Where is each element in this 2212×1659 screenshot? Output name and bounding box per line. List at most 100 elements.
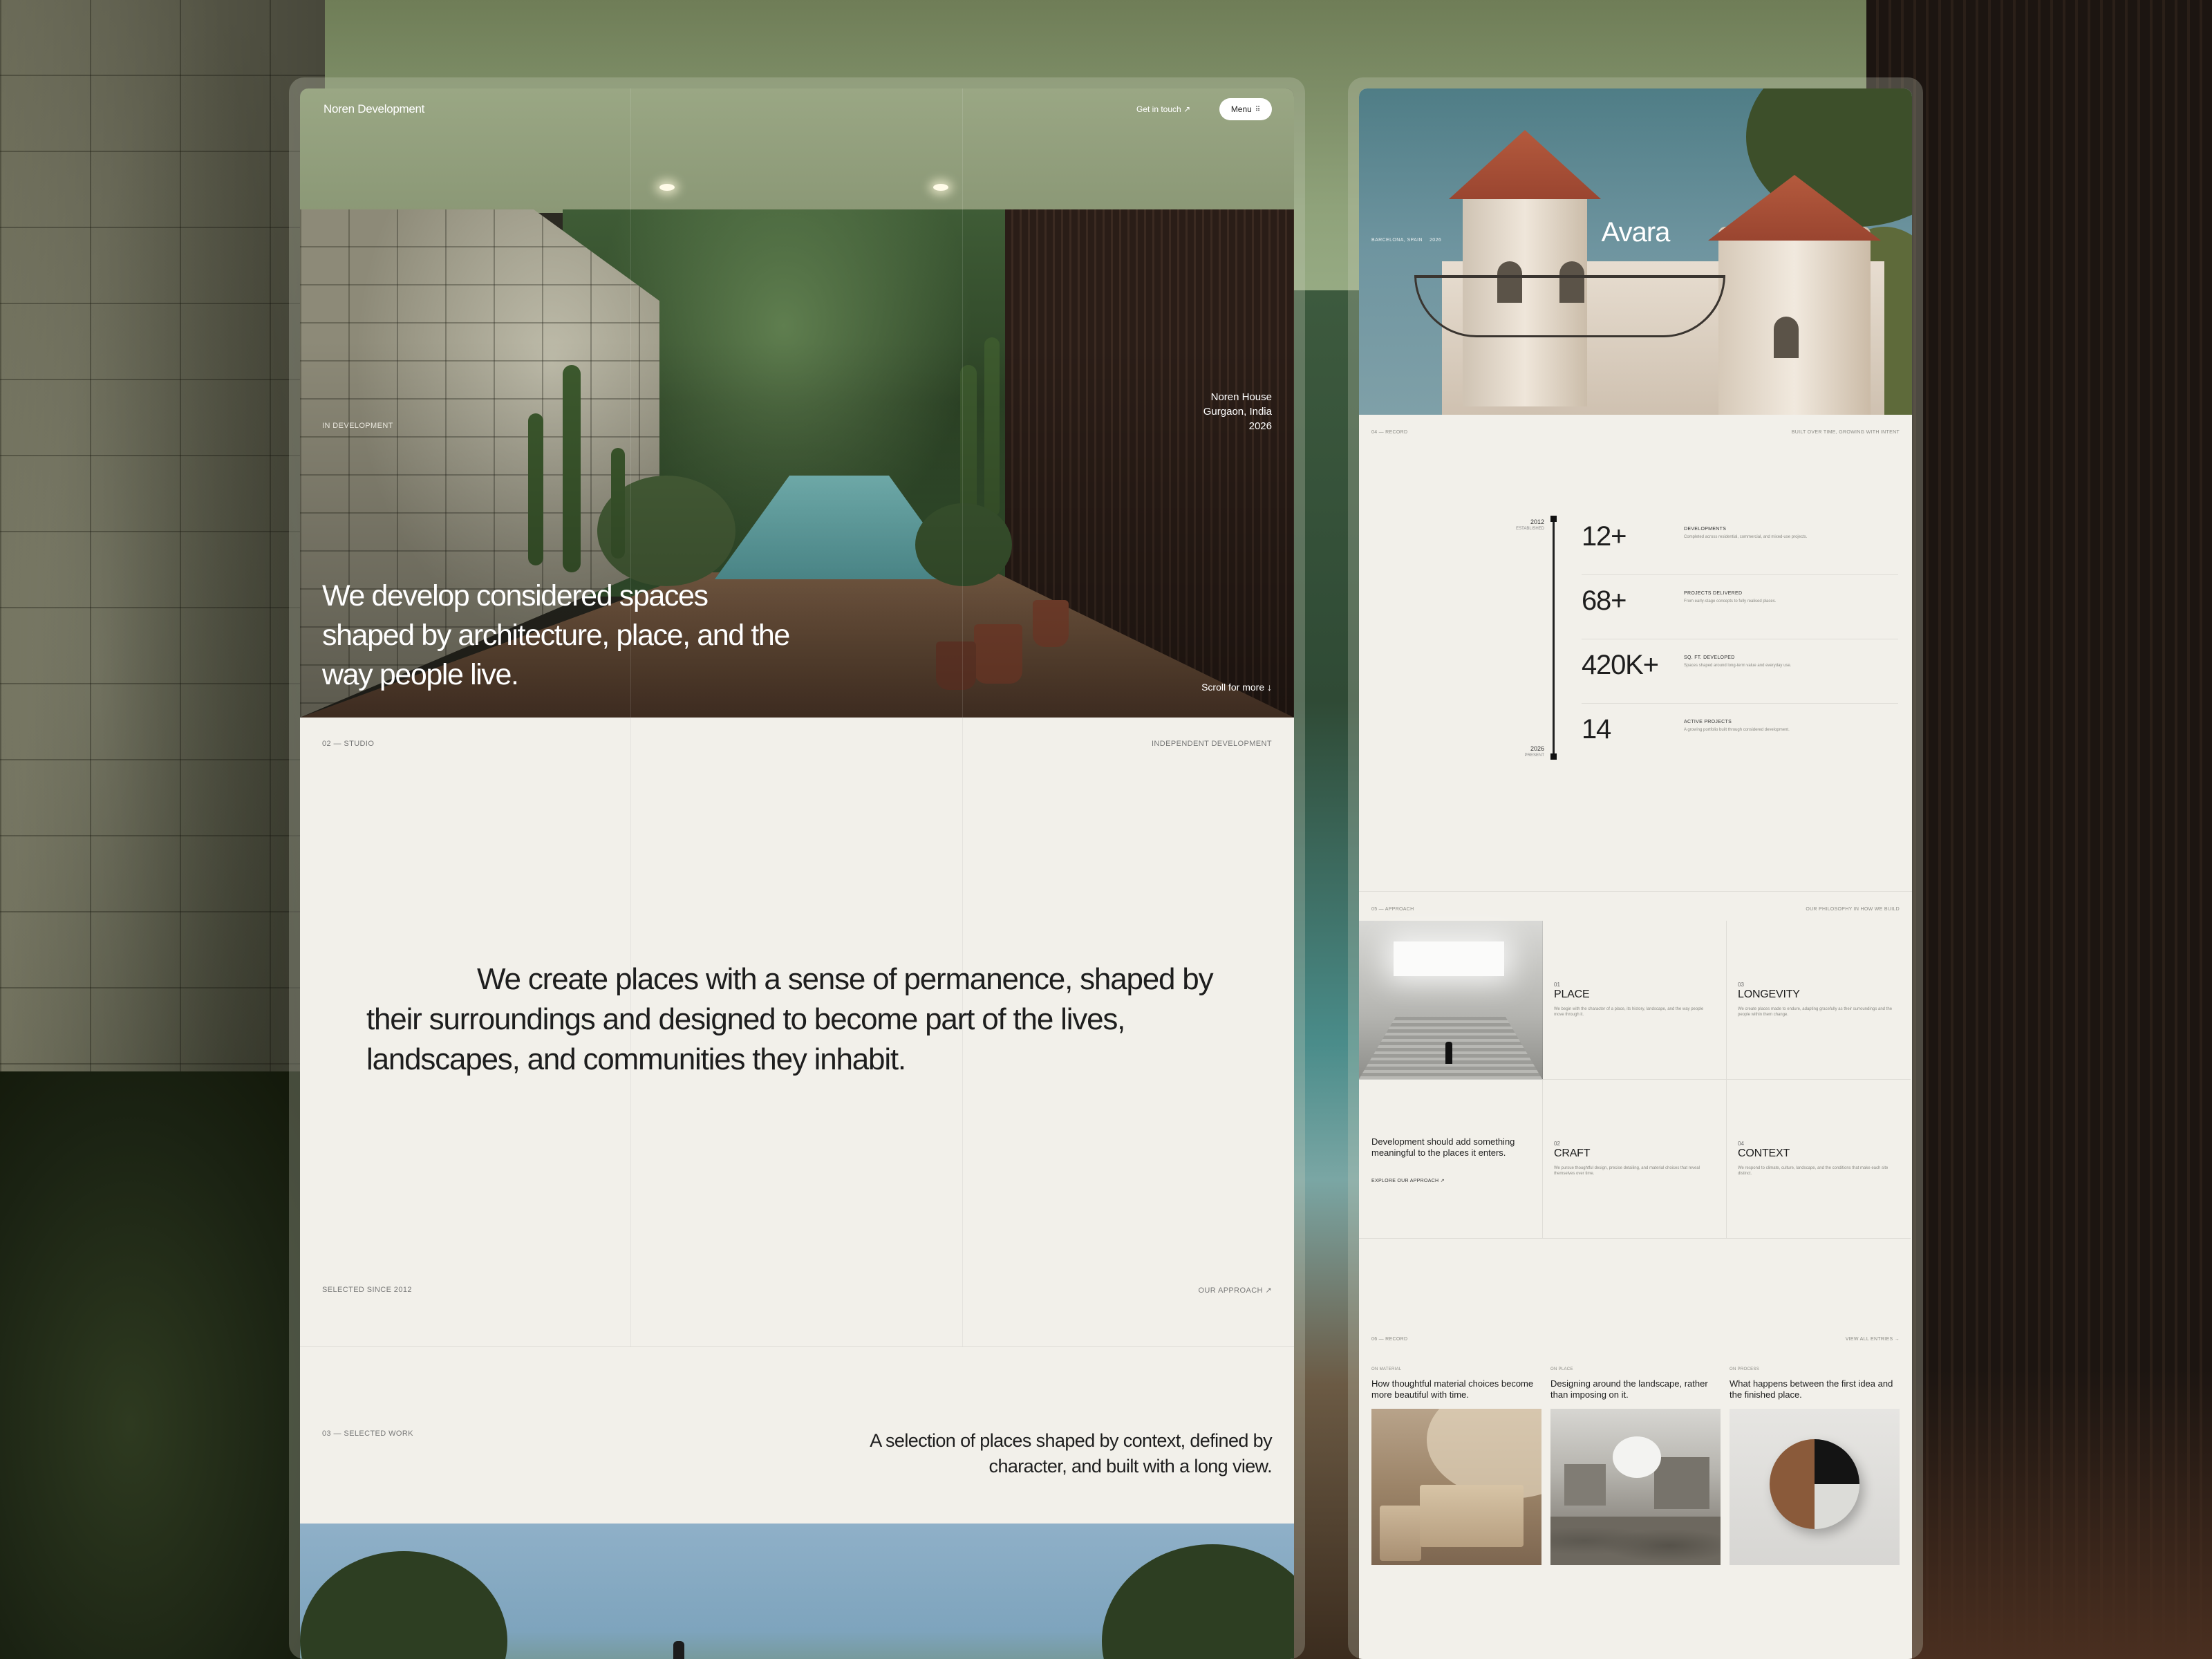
- cloud-sculpture: [1613, 1436, 1661, 1478]
- principle-title: CONTEXT: [1738, 1147, 1790, 1159]
- journal-section: 06 — RECORD VIEW ALL ENTRIES → ON MATERI…: [1359, 1320, 1912, 1659]
- studio-right-label: INDEPENDENT DEVELOPMENT: [1151, 740, 1272, 748]
- journal-title: What happens between the first idea and …: [1730, 1378, 1893, 1400]
- work-intro: A selection of places shaped by context,…: [870, 1430, 1272, 1477]
- selected-work-section: 03 — SELECTED WORK A selection of places…: [300, 1347, 1294, 1524]
- timeline-end-label: PRESENT: [1524, 753, 1544, 758]
- journal-entry[interactable]: ON PLACE Designing around the landscape,…: [1550, 1367, 1721, 1565]
- stat-value: 68+: [1582, 585, 1627, 616]
- journal-title: Designing around the landscape, rather t…: [1550, 1378, 1708, 1400]
- journal-entry[interactable]: ON PROCESS What happens between the firs…: [1730, 1367, 1900, 1565]
- principle-number: 02: [1554, 1141, 1560, 1147]
- approach-quote-card: Development should add something meaning…: [1359, 1080, 1543, 1239]
- project-year: 2026: [1248, 420, 1272, 432]
- project-location: Gurgaon, India: [1203, 406, 1272, 418]
- stat-label: PROJECTS DELIVERED: [1684, 591, 1743, 596]
- building: [1654, 1457, 1709, 1509]
- approach-image: [1359, 921, 1543, 1080]
- spire: [673, 1641, 684, 1659]
- left-page-frame: Noren Development Get in touch ↗ Menu ⠿ …: [289, 77, 1305, 1659]
- principle-number: 03: [1738, 982, 1744, 988]
- stat-row: 420K+ SQ. FT. DEVELOPED Spaces shaped ar…: [1582, 640, 1898, 704]
- left-page: Noren Development Get in touch ↗ Menu ⠿ …: [300, 88, 1294, 1659]
- material-disc: [1770, 1439, 1859, 1529]
- selected-since-label: SELECTED SINCE 2012: [322, 1286, 412, 1294]
- menu-button[interactable]: Menu ⠿: [1219, 98, 1272, 120]
- explore-approach-link[interactable]: EXPLORE OUR APPROACH ↗: [1371, 1178, 1445, 1183]
- timeline-start-marker: [1550, 516, 1557, 522]
- explore-approach-label: EXPLORE OUR APPROACH: [1371, 1179, 1439, 1183]
- villa-balcony: [1414, 275, 1725, 337]
- project-name: Noren House: [1210, 391, 1272, 403]
- timeline-start-label: ESTABLISHED: [1516, 527, 1544, 531]
- hero-status-tag: IN DEVELOPMENT: [322, 422, 393, 430]
- stat-row: 68+ PROJECTS DELIVERED From early-stage …: [1582, 576, 1898, 639]
- journal-category: ON PLACE: [1550, 1367, 1573, 1371]
- stat-label: DEVELOPMENTS: [1684, 527, 1727, 532]
- principle-card: 03 LONGEVITY We create places made to en…: [1727, 921, 1911, 1080]
- principle-description: We begin with the character of a place, …: [1554, 1007, 1704, 1017]
- stat-row: 14 ACTIVE PROJECTS A growing portfolio b…: [1582, 704, 1898, 768]
- stat-label: ACTIVE PROJECTS: [1684, 720, 1732, 724]
- journal-entry[interactable]: ON MATERIAL How thoughtful material choi…: [1371, 1367, 1541, 1565]
- principle-number: 01: [1554, 982, 1560, 988]
- studio-section-label: 02 — STUDIO: [322, 740, 375, 748]
- stat-description: A growing portfolio built through consid…: [1684, 728, 1790, 732]
- principle-card: 02 CRAFT We pursue thoughtful design, pr…: [1543, 1080, 1727, 1239]
- tree: [300, 1551, 507, 1659]
- project-photo[interactable]: [300, 1524, 1294, 1659]
- get-in-touch-link[interactable]: Get in touch ↗: [1136, 104, 1190, 114]
- principle-title: LONGEVITY: [1738, 988, 1800, 1000]
- avara-project-hero[interactable]: BARCELONA, SPAIN 2026 Avara: [1359, 88, 1912, 415]
- building: [1564, 1464, 1606, 1506]
- approach-section: 05 — APPROACH OUR PHILOSOPHY IN HOW WE B…: [1359, 892, 1912, 1320]
- scroll-label: Scroll for more: [1201, 682, 1265, 693]
- timeline-end-year: 2026: [1530, 745, 1544, 752]
- timeline-end-marker: [1550, 753, 1557, 760]
- work-section-label: 03 — SELECTED WORK: [322, 1430, 413, 1438]
- villa-window: [1774, 317, 1799, 358]
- journal-image: [1730, 1409, 1900, 1565]
- hero-heading: We develop considered spaces shaped by a…: [322, 579, 790, 691]
- arrow-up-right-icon: ↗: [1440, 1179, 1445, 1183]
- record-section-label: 04 — RECORD: [1371, 430, 1408, 435]
- background-foliage: [0, 1071, 325, 1659]
- scroll-for-more-link[interactable]: Scroll for more ↓: [1201, 682, 1272, 693]
- journal-image: [1550, 1409, 1721, 1565]
- menu-label: Menu: [1230, 104, 1252, 114]
- view-all-label: VIEW ALL ENTRIES: [1845, 1337, 1893, 1342]
- person-figure: [1445, 1042, 1452, 1064]
- villa-roof: [1449, 130, 1601, 199]
- our-approach-label: OUR APPROACH: [1198, 1286, 1263, 1295]
- journal-image: [1371, 1409, 1541, 1565]
- arrow-right-icon: →: [1894, 1337, 1900, 1342]
- timeline-start-year: 2012: [1530, 518, 1544, 525]
- hero-section: Noren Development Get in touch ↗ Menu ⠿ …: [300, 88, 1294, 718]
- tree: [1102, 1544, 1294, 1659]
- approach-quote: Development should add something meaning…: [1371, 1136, 1515, 1158]
- record-section: 04 — RECORD BUILT OVER TIME, GROWING WIT…: [1359, 415, 1912, 892]
- grid-icon: ⠿: [1255, 105, 1261, 113]
- studio-statement: We create places with a sense of permane…: [366, 962, 1214, 1076]
- stone-block: [1380, 1506, 1421, 1561]
- principle-title: CRAFT: [1554, 1147, 1591, 1159]
- get-in-touch-label: Get in touch: [1136, 104, 1181, 114]
- brand-logo[interactable]: Noren Development: [324, 102, 424, 116]
- record-right-label: BUILT OVER TIME, GROWING WITH INTENT: [1791, 430, 1900, 435]
- view-all-entries-link[interactable]: VIEW ALL ENTRIES →: [1846, 1337, 1900, 1342]
- rocks: [1550, 1517, 1721, 1565]
- grid-line: [962, 88, 963, 718]
- timeline-line: [1553, 518, 1555, 756]
- principle-description: We respond to climate, culture, landscap…: [1738, 1166, 1888, 1176]
- stat-label: SQ. FT. DEVELOPED: [1684, 655, 1735, 660]
- approach-grid: 01 PLACE We begin with the character of …: [1359, 921, 1912, 1239]
- avara-title: Avara: [1601, 217, 1671, 247]
- approach-section-label: 05 — APPROACH: [1371, 907, 1414, 912]
- our-approach-link[interactable]: OUR APPROACH ↗: [1198, 1286, 1272, 1295]
- journal-category: ON MATERIAL: [1371, 1367, 1402, 1371]
- stat-value: 420K+: [1582, 650, 1659, 680]
- arrow-down-icon: ↓: [1267, 682, 1272, 693]
- principle-number: 04: [1738, 1141, 1744, 1147]
- journal-title: How thoughtful material choices become m…: [1371, 1378, 1534, 1400]
- arrow-up-right-icon: ↗: [1265, 1286, 1272, 1295]
